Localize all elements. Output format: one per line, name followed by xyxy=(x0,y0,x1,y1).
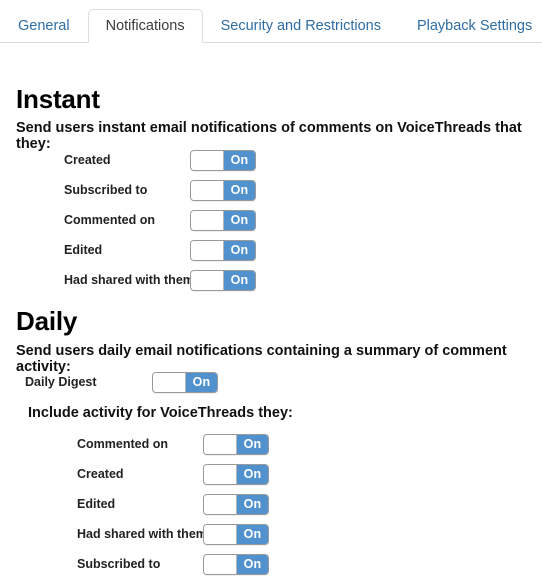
setting-label: Subscribed to xyxy=(64,183,148,197)
daily-section-title: Daily xyxy=(16,306,78,336)
toggle-daily-created[interactable]: On xyxy=(203,463,269,485)
daily-digest-row: Daily Digest On xyxy=(25,367,218,397)
toggle-instant-subscribed-to[interactable]: On xyxy=(190,179,256,201)
setting-row: Commented on On xyxy=(77,429,269,459)
setting-label: Had shared with them xyxy=(64,273,194,287)
toggle-instant-had-shared-with-them[interactable]: On xyxy=(190,269,256,291)
toggle-knob xyxy=(191,150,224,170)
setting-label: Created xyxy=(77,467,124,481)
toggle-state-label: On xyxy=(224,210,255,230)
toggle-daily-commented-on[interactable]: On xyxy=(203,433,269,455)
toggle-state-label: On xyxy=(237,464,268,484)
setting-label: Edited xyxy=(77,497,116,511)
tab-security-and-restrictions[interactable]: Security and Restrictions xyxy=(203,10,399,42)
daily-settings-list: Commented on On Created On Edited On Had… xyxy=(77,429,269,579)
instant-settings-list: Created On Subscribed to On Commented on… xyxy=(64,145,256,295)
setting-row: Created On xyxy=(64,145,256,175)
setting-label: Daily Digest xyxy=(25,375,97,389)
toggle-knob xyxy=(204,464,237,484)
toggle-state-label: On xyxy=(237,494,268,514)
tab-playback-settings[interactable]: Playback Settings xyxy=(399,10,542,42)
setting-row: Edited On xyxy=(64,235,256,265)
setting-row: Subscribed to On xyxy=(64,175,256,205)
setting-row: Had shared with them On xyxy=(77,519,269,549)
setting-row: Created On xyxy=(77,459,269,489)
toggle-instant-created[interactable]: On xyxy=(190,149,256,171)
tab-label: Playback Settings xyxy=(416,18,533,35)
tab-notifications[interactable]: Notifications xyxy=(87,9,203,43)
instant-section-title: Instant xyxy=(16,84,100,114)
toggle-knob xyxy=(191,240,224,260)
toggle-state-label: On xyxy=(224,240,255,260)
setting-label: Had shared with them xyxy=(77,527,207,541)
setting-label: Edited xyxy=(64,243,103,257)
toggle-knob xyxy=(204,494,237,514)
toggle-state-label: On xyxy=(237,524,268,544)
tab-label: Notifications xyxy=(105,17,185,34)
toggle-state-label: On xyxy=(237,554,268,574)
toggle-state-label: On xyxy=(224,150,255,170)
daily-include-heading: Include activity for VoiceThreads they: xyxy=(28,405,293,421)
setting-label: Created xyxy=(64,153,111,167)
toggle-daily-edited[interactable]: On xyxy=(203,493,269,515)
toggle-state-label: On xyxy=(224,270,255,290)
tab-label: General xyxy=(18,18,70,35)
toggle-daily-digest[interactable]: On xyxy=(152,371,218,393)
tab-bar: General Notifications Security and Restr… xyxy=(0,0,542,43)
setting-label: Commented on xyxy=(77,437,168,451)
setting-label: Subscribed to xyxy=(77,557,161,571)
toggle-instant-edited[interactable]: On xyxy=(190,239,256,261)
toggle-daily-had-shared-with-them[interactable]: On xyxy=(203,523,269,545)
setting-row: Commented on On xyxy=(64,205,256,235)
toggle-knob xyxy=(153,372,186,392)
toggle-knob xyxy=(204,524,237,544)
toggle-daily-subscribed-to[interactable]: On xyxy=(203,553,269,575)
toggle-instant-commented-on[interactable]: On xyxy=(190,209,256,231)
toggle-knob xyxy=(191,180,224,200)
setting-row: Subscribed to On xyxy=(77,549,269,579)
toggle-knob xyxy=(204,434,237,454)
toggle-knob xyxy=(204,554,237,574)
toggle-knob xyxy=(191,210,224,230)
setting-row: Edited On xyxy=(77,489,269,519)
setting-label: Commented on xyxy=(64,213,155,227)
tab-label: Security and Restrictions xyxy=(220,18,381,35)
toggle-knob xyxy=(191,270,224,290)
toggle-state-label: On xyxy=(224,180,255,200)
toggle-state-label: On xyxy=(237,434,268,454)
tab-general[interactable]: General xyxy=(0,10,88,42)
toggle-state-label: On xyxy=(186,372,217,392)
setting-row: Had shared with them On xyxy=(64,265,256,295)
